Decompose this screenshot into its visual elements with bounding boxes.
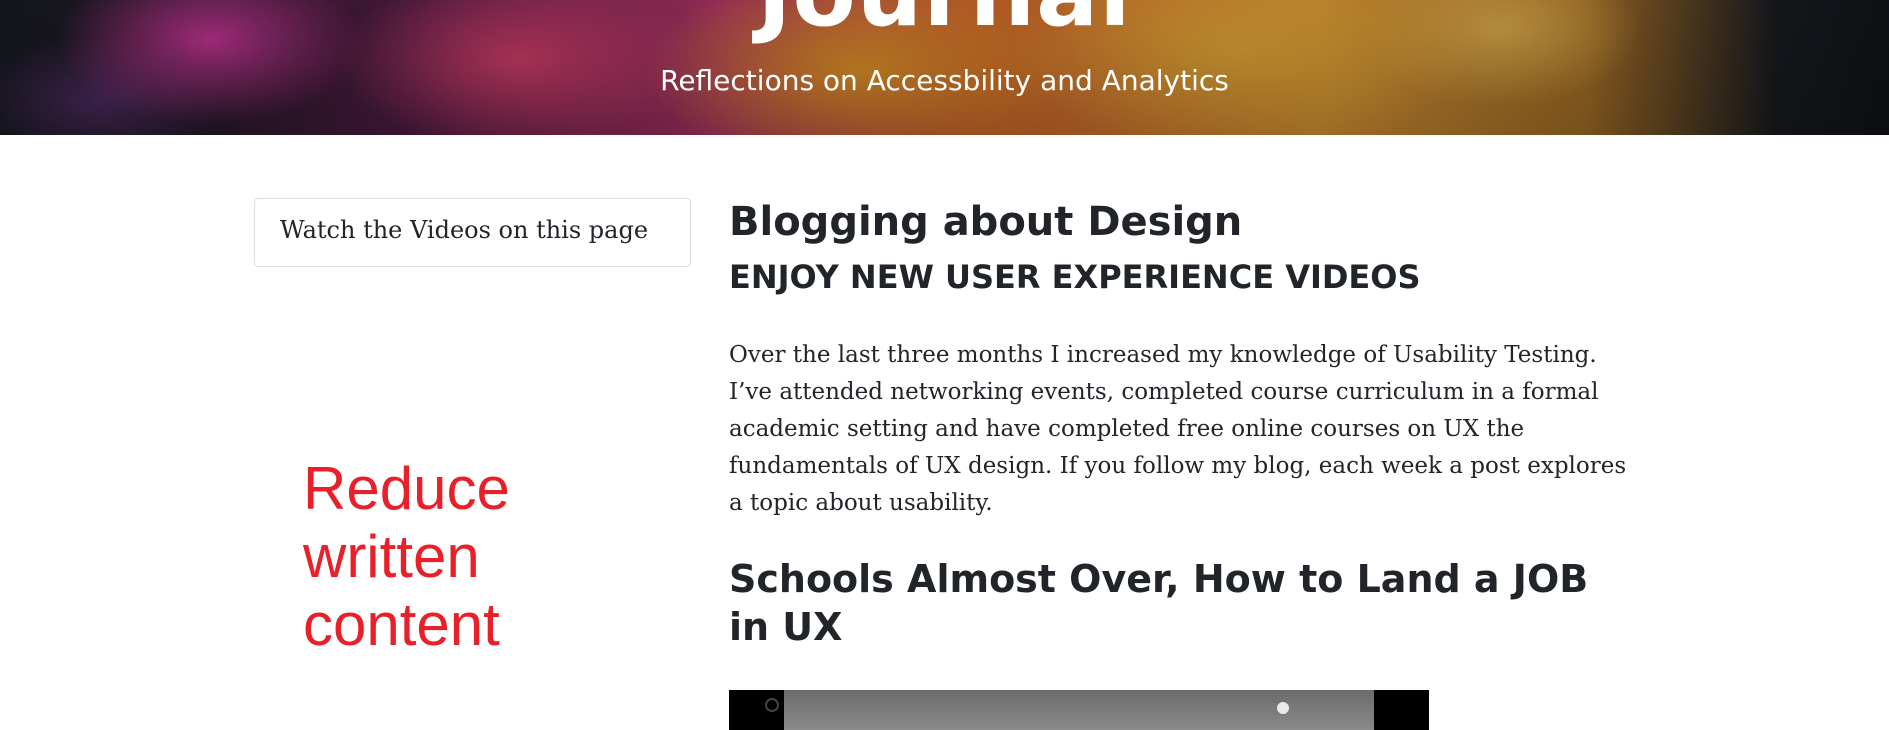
post-body: Over the last three months I increased m…	[729, 342, 1627, 516]
post-subtitle: ENJOY NEW USER EXPERIENCE VIDEOS	[729, 258, 1421, 296]
section-title: Schools Almost Over, How to Land a JOB i…	[729, 557, 1589, 649]
post-title: Blogging about Design	[729, 199, 1243, 245]
page-header: Journal Reflections on Accessbility and …	[0, 0, 1889, 135]
site-title: Journal	[0, 0, 1889, 40]
watch-videos-link[interactable]: Watch the Videos on this page	[254, 198, 691, 267]
video-control-icon	[1277, 702, 1289, 714]
review-annotation: Reduce written content	[303, 455, 510, 658]
site-subtitle: Reflections on Accessbility and Analytic…	[660, 64, 1229, 97]
video-player[interactable]	[729, 690, 1429, 730]
